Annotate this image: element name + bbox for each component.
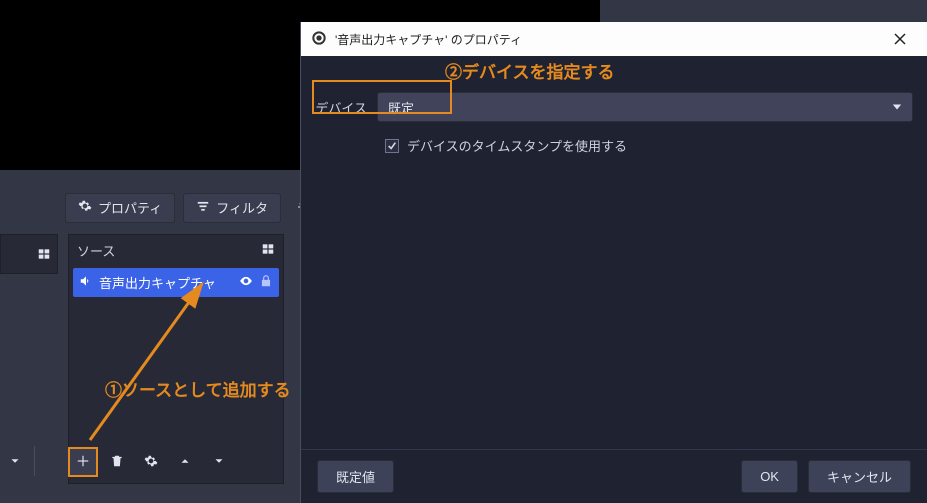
chevron-down-icon [8,454,22,468]
source-settings-button[interactable] [136,446,166,476]
properties-button-label: プロパティ [98,198,162,217]
device-select[interactable]: 既定 [377,92,913,122]
defaults-button[interactable]: 既定値 [317,460,394,493]
divider [34,446,35,476]
dialog-footer: 既定値 OK キャンセル [301,449,927,503]
visibility-icon[interactable] [239,274,253,291]
lock-icon[interactable] [259,274,273,291]
remove-source-button[interactable] [102,446,132,476]
cancel-button-label: キャンセル [827,470,892,485]
timestamp-checkbox-row[interactable]: デバイスのタイムスタンプを使用する [385,136,913,155]
pop-out-icon[interactable] [261,242,275,259]
device-field-label: デバイス [315,98,367,117]
dialog-body: デバイス 既定 デバイスのタイムスタンプを使用する [301,56,927,449]
scene-move-down-button[interactable] [0,446,30,476]
ok-button[interactable]: OK [741,460,798,493]
sources-panel-header: ソース [69,235,283,266]
chevron-down-icon [892,102,902,112]
timestamp-checkbox[interactable] [385,139,399,153]
close-button[interactable] [883,22,917,56]
sources-panel-title: ソース [77,241,115,260]
ok-button-label: OK [760,469,779,484]
timestamp-checkbox-label: デバイスのタイムスタンプを使用する [407,136,627,155]
gear-icon [78,199,92,216]
device-select-value: 既定 [388,98,414,117]
chevron-up-icon [178,454,192,468]
speaker-icon [79,274,93,291]
cancel-button[interactable]: キャンセル [808,460,911,493]
scenes-bottom-toolbar [0,446,35,476]
obs-icon [311,30,327,49]
filters-button-label: フィルタ [216,198,268,217]
close-icon [894,33,906,45]
expand-icon [37,247,51,261]
defaults-button-label: 既定値 [336,470,375,485]
move-up-button[interactable] [170,446,200,476]
source-item-audio-output[interactable]: 音声出力キャプチャ [73,268,279,297]
check-icon [387,141,397,151]
chevron-down-icon [212,454,226,468]
move-down-button[interactable] [204,446,234,476]
properties-dialog: '音声出力キャプチャ' のプロパティ デバイス 既定 デバイスのタイムスタンプを… [300,22,927,503]
dialog-title: '音声出力キャプチャ' のプロパティ [335,31,522,48]
source-item-label: 音声出力キャプチャ [99,273,216,292]
gear-icon [144,454,158,468]
add-source-button[interactable] [68,446,98,476]
sources-bottom-toolbar [68,446,234,476]
device-field-row: デバイス 既定 [315,92,913,122]
scenes-panel-collapsed[interactable] [0,234,58,274]
plus-icon [76,454,90,468]
dialog-titlebar: '音声出力キャプチャ' のプロパティ [301,22,927,56]
trash-icon [110,454,124,468]
properties-button[interactable]: プロパティ [65,193,175,223]
filter-icon [196,199,210,216]
filters-button[interactable]: フィルタ [183,193,281,223]
